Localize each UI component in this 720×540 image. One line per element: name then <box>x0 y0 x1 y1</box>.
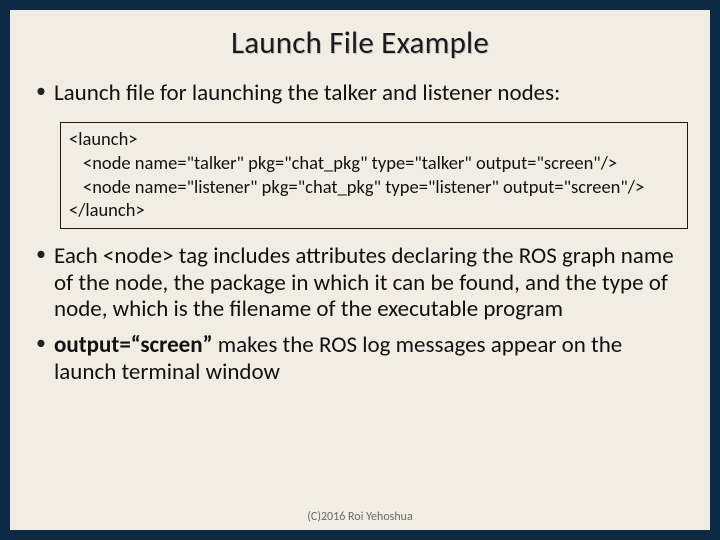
slide: Launch File Example Launch file for laun… <box>10 10 710 530</box>
code-line-3: <node name="listener" pkg="chat_pkg" typ… <box>69 175 679 199</box>
code-line-2: <node name="talker" pkg="chat_pkg" type=… <box>69 151 679 175</box>
bullet-list: Launch file for launching the talker and… <box>32 80 688 116</box>
code-line-4: </launch> <box>69 198 145 221</box>
code-line-1: <launch> <box>69 127 138 150</box>
bullet-list-2: Each <node> tag includes attributes decl… <box>32 243 688 395</box>
bullet-item-intro: Launch file for launching the talker and… <box>32 80 688 106</box>
bullet-output-bold: output=“screen” <box>54 331 213 359</box>
bullet-item-node: Each <node> tag includes attributes decl… <box>32 243 688 322</box>
code-block: <launch> <node name="talker" pkg="chat_p… <box>60 122 688 229</box>
bullet-item-output: output=“screen” makes the ROS log messag… <box>32 332 688 385</box>
footer-copyright: (C)2016 Roi Yehoshua <box>10 510 710 524</box>
page-title: Launch File Example <box>32 24 688 62</box>
